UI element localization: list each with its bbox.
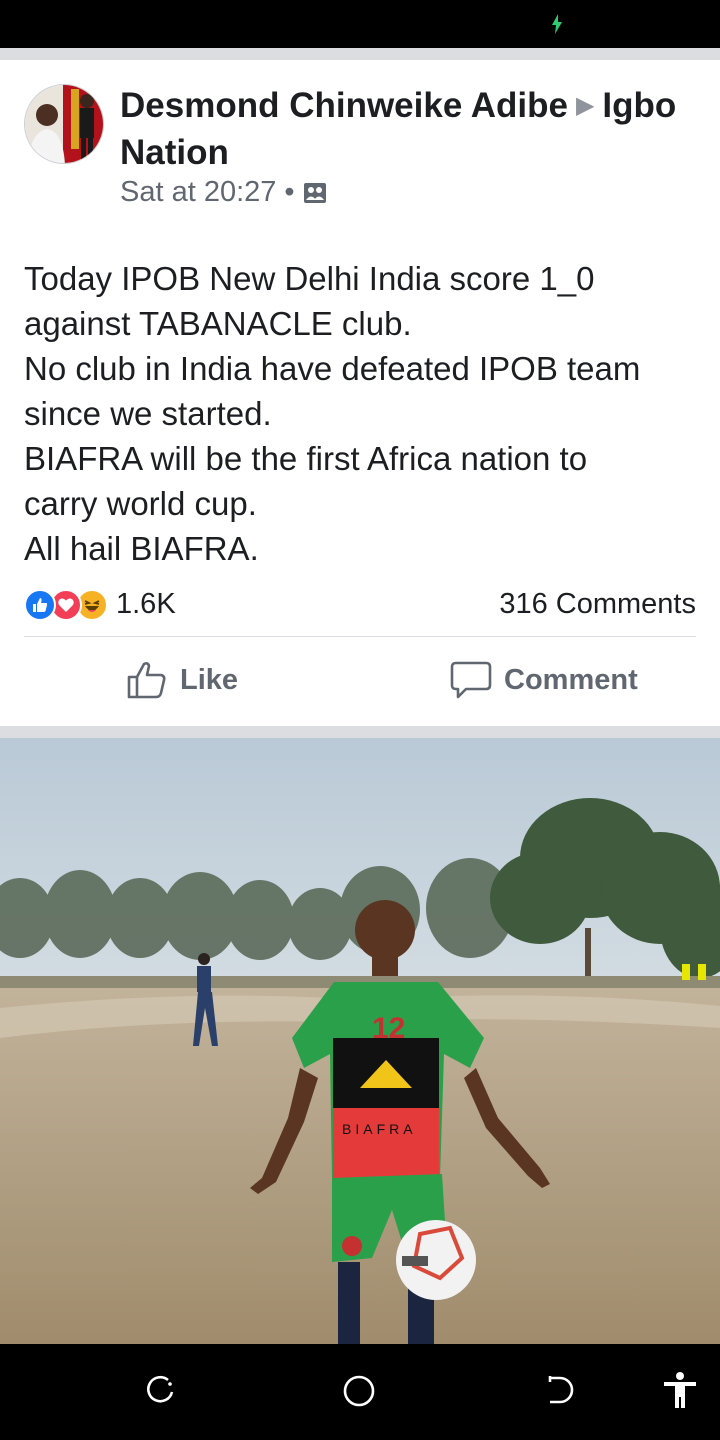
status-bar	[0, 0, 720, 48]
meta-separator: •	[284, 176, 295, 208]
post-text-line: against TABANACLE club.	[24, 305, 412, 342]
post-text-line: BIAFRA will be the first Africa nation t…	[24, 440, 588, 477]
post-card: Desmond Chinweike Adibe ▶ Igbo Nation Sat …	[0, 60, 720, 726]
post-text-line: No club in India have defeated IPOB team	[24, 350, 641, 387]
post-text-line: All hail BIAFRA.	[24, 530, 259, 567]
feed-separator	[0, 726, 720, 738]
system-nav-bar	[0, 1344, 720, 1440]
recent-apps-icon[interactable]	[144, 1374, 176, 1406]
like-reaction-icon	[24, 588, 56, 621]
author-name[interactable]: Desmond Chinweike Adibe	[120, 86, 568, 125]
reactions-summary[interactable]: 1.6K	[24, 588, 176, 621]
post-text-line: since we started.	[24, 395, 272, 432]
like-button[interactable]: Like	[126, 658, 238, 702]
post-timestamp[interactable]: Sat at 20:27	[120, 176, 276, 209]
arrow-right-icon: ▶	[575, 92, 595, 119]
charging-icon	[552, 14, 562, 34]
back-icon[interactable]	[544, 1374, 576, 1406]
jersey-text: BIAFRA	[342, 1121, 417, 1137]
group-icon	[303, 182, 326, 203]
post-photo[interactable]: 12 BIAFRA	[0, 738, 720, 1344]
post-text-line: Today IPOB New Delhi India score 1_0	[24, 260, 595, 297]
avatar[interactable]	[24, 84, 104, 164]
post-body: Today IPOB New Delhi India score 1_0 aga…	[24, 256, 704, 571]
like-label: Like	[180, 663, 239, 696]
thumbs-up-icon	[127, 662, 166, 699]
jersey-number: 12	[372, 1012, 405, 1045]
comment-label: Comment	[504, 663, 638, 696]
post-author-line: Desmond Chinweike Adibe ▶ Igbo Nation	[120, 84, 700, 174]
accessibility-icon[interactable]	[660, 1370, 700, 1410]
feed-separator	[0, 48, 720, 60]
comment-button[interactable]: Comment	[450, 658, 638, 702]
reaction-count: 1.6K	[116, 588, 176, 620]
post-meta: Sat at 20:27 •	[120, 176, 327, 209]
comment-count[interactable]: 316 Comments	[499, 588, 696, 621]
home-icon[interactable]	[342, 1374, 376, 1408]
post-text-line: carry world cup.	[24, 485, 257, 522]
actions-divider	[24, 636, 696, 637]
comment-bubble-icon	[450, 661, 492, 699]
